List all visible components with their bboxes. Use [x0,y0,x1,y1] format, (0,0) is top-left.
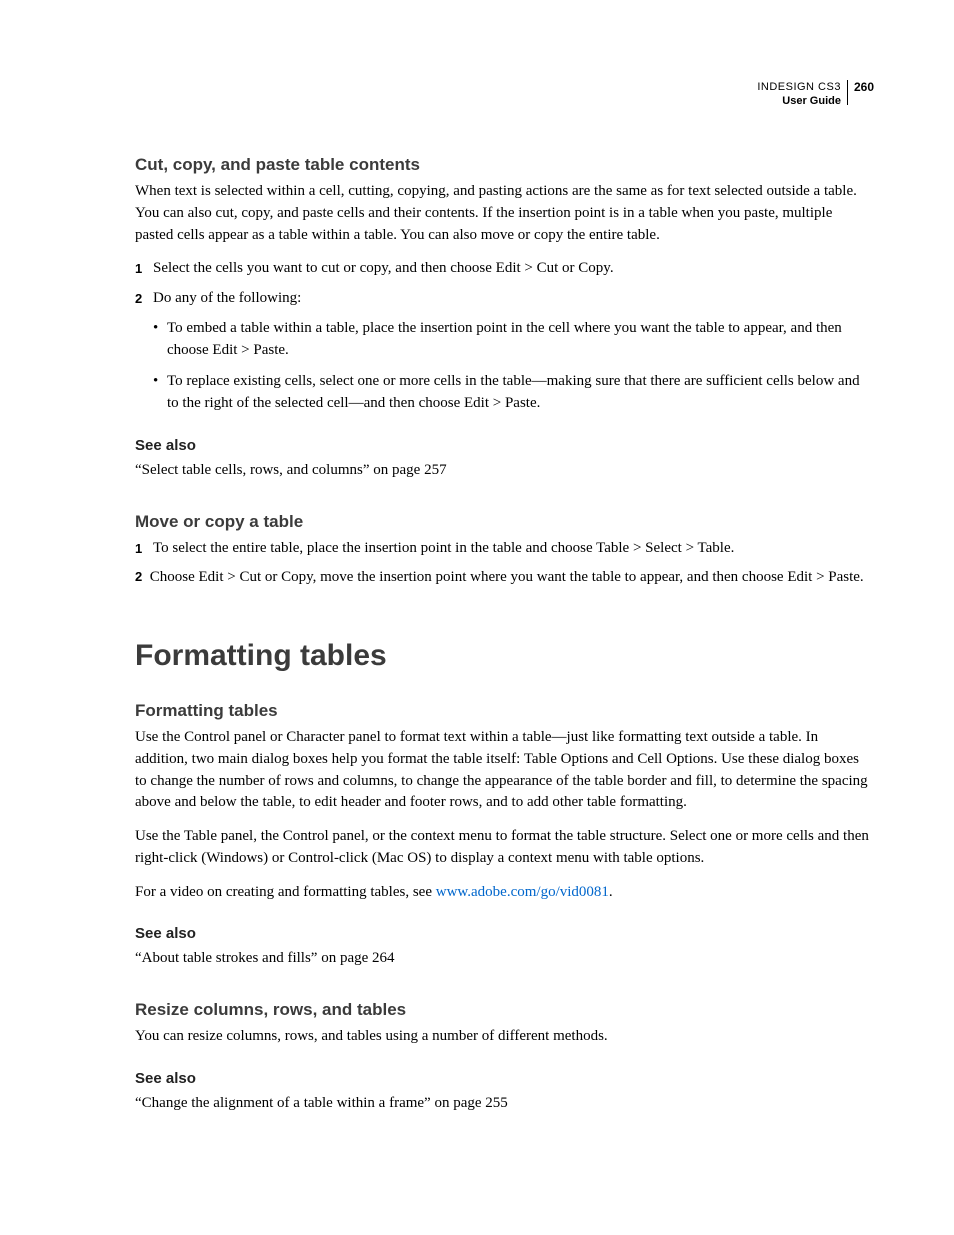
body-paragraph: Use the Control panel or Character panel… [135,727,874,814]
step-text: To select the entire table, place the in… [153,538,874,560]
numbered-list: 1 Select the cells you want to cut or co… [135,258,874,310]
video-link[interactable]: www.adobe.com/go/vid0081 [436,884,609,900]
body-paragraph: You can resize columns, rows, and tables… [135,1026,874,1048]
bullet-text: To embed a table within a table, place t… [167,318,874,362]
step-number: 2 [135,288,153,310]
bullet-text: To replace existing cells, select one or… [167,371,874,415]
intro-paragraph: When text is selected within a cell, cut… [135,181,874,246]
page: INDESIGN CS3 User Guide 260 Cut, copy, a… [0,0,954,1235]
header-product: INDESIGN CS3 [757,80,841,94]
heading-formatting-tables: Formatting tables [135,701,874,721]
list-item: 1 Select the cells you want to cut or co… [135,258,874,280]
step-number-inline: 2 [135,569,142,584]
see-also-heading: See also [135,437,874,454]
bullet-item: • To embed a table within a table, place… [153,318,874,362]
see-also-heading: See also [135,1070,874,1087]
cross-reference: “Select table cells, rows, and columns” … [135,460,874,482]
numbered-list: 1 To select the entire table, place the … [135,538,874,560]
step-2-paragraph: 2 Choose Edit > Cut or Copy, move the in… [135,567,874,589]
cross-reference: “Change the alignment of a table within … [135,1093,874,1115]
page-number: 260 [847,80,874,105]
list-item: 2 Do any of the following: [135,288,874,310]
see-also-heading: See also [135,925,874,942]
link-prefix-text: For a video on creating and formatting t… [135,884,436,900]
body-paragraph-with-link: For a video on creating and formatting t… [135,882,874,904]
header-titles: INDESIGN CS3 User Guide [757,80,847,109]
content-area: Cut, copy, and paste table contents When… [135,155,874,1115]
bullet-dot-icon: • [153,371,167,415]
step-number: 1 [135,538,153,560]
bullet-list: • To embed a table within a table, place… [135,318,874,415]
link-suffix-text: . [609,884,613,900]
page-header: INDESIGN CS3 User Guide 260 [757,80,874,109]
heading-move-copy-table: Move or copy a table [135,512,874,532]
spacer [135,970,874,1000]
step-text: Do any of the following: [153,288,874,310]
spacer [135,482,874,512]
bullet-item: • To replace existing cells, select one … [153,371,874,415]
heading-formatting-tables-major: Formatting tables [135,639,874,673]
step-text: Select the cells you want to cut or copy… [153,258,874,280]
header-guide: User Guide [757,94,841,108]
body-paragraph: Use the Table panel, the Control panel, … [135,826,874,870]
step-number: 1 [135,258,153,280]
header-row: INDESIGN CS3 User Guide 260 [757,80,874,109]
step-text: Choose Edit > Cut or Copy, move the inse… [150,569,864,585]
list-item: 1 To select the entire table, place the … [135,538,874,560]
cross-reference: “About table strokes and fills” on page … [135,948,874,970]
heading-cut-copy-paste: Cut, copy, and paste table contents [135,155,874,175]
bullet-dot-icon: • [153,318,167,362]
heading-resize-columns: Resize columns, rows, and tables [135,1000,874,1020]
